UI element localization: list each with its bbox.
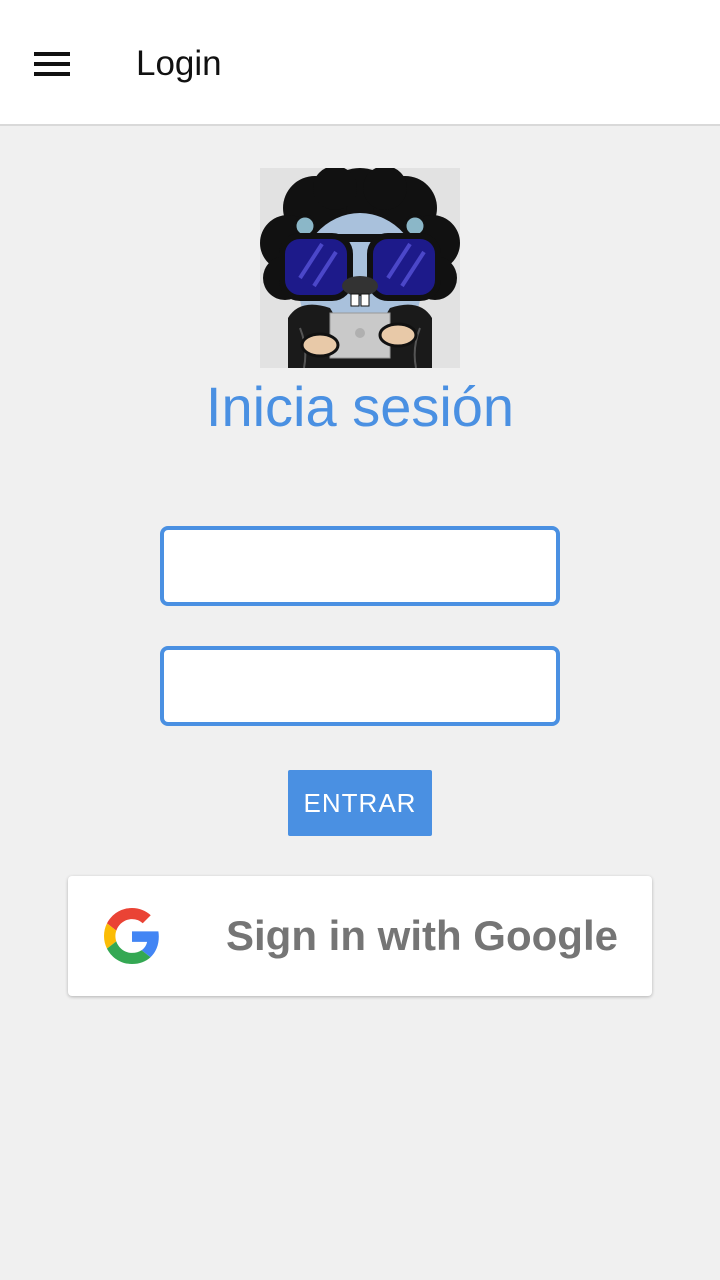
menu-icon[interactable] (24, 38, 80, 94)
login-heading: Inicia sesión (205, 375, 515, 438)
avatar (260, 168, 460, 368)
google-sign-in-button[interactable]: Sign in with Google (68, 876, 652, 996)
entrar-button[interactable]: ENTRAR (288, 770, 432, 836)
app-bar: Login (0, 0, 720, 126)
gopher-avatar-icon (260, 168, 460, 368)
username-field[interactable] (160, 526, 560, 606)
google-sign-in-label: Sign in with Google (226, 912, 618, 959)
password-field[interactable] (160, 646, 560, 726)
google-g-icon (104, 908, 159, 964)
page-title: Login (136, 44, 222, 83)
